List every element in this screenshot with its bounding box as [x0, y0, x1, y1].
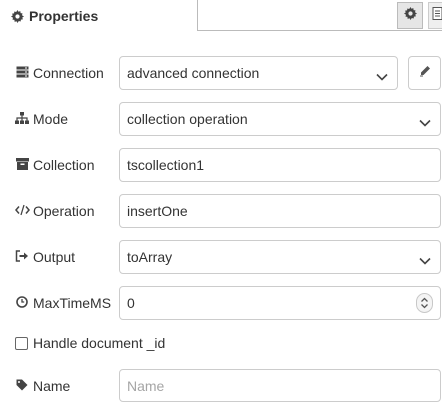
chevron-down-icon [376, 69, 388, 81]
sign-out-icon [15, 249, 29, 265]
name-row: Name Name [0, 369, 442, 403]
chevron-down-icon [419, 115, 431, 127]
collection-input-value: tscollection1 [127, 157, 205, 173]
mode-row: Mode collection operation [0, 102, 442, 136]
connection-row: Connection advanced connection [0, 56, 442, 90]
output-label: Output [15, 240, 75, 274]
connection-label: Connection [15, 56, 104, 90]
name-input[interactable]: Name [119, 369, 441, 402]
maxtimems-value: 0 [127, 295, 135, 311]
collection-input[interactable]: tscollection1 [119, 148, 441, 182]
output-select[interactable]: toArray [119, 240, 441, 274]
number-spinner[interactable] [416, 293, 433, 313]
operation-row: Operation insertOne [0, 194, 442, 228]
archive-icon [15, 157, 29, 173]
gear-icon [11, 9, 24, 23]
output-select-value: toArray [127, 249, 173, 265]
operation-input[interactable]: insertOne [119, 194, 441, 228]
sidebar-tab-strip [197, 0, 442, 31]
name-input-placeholder: Name [127, 377, 165, 394]
chevron-down-icon [419, 253, 431, 265]
connection-select-value: advanced connection [127, 65, 260, 81]
sitemap-icon [15, 111, 29, 127]
handle-id-row: Handle document _id [0, 326, 442, 360]
output-row: Output toArray [0, 240, 442, 274]
collection-label: Collection [15, 148, 94, 182]
gear-icon [403, 6, 417, 25]
settings-tab-button[interactable] [397, 2, 423, 29]
handle-id-option[interactable]: Handle document _id [15, 326, 165, 360]
maxtimems-label: MaxTimeMS [15, 286, 111, 320]
connection-select[interactable]: advanced connection [119, 56, 398, 90]
tag-icon [15, 378, 29, 394]
collection-row: Collection tscollection1 [0, 148, 442, 182]
handle-id-checkbox[interactable] [15, 336, 28, 350]
operation-label: Operation [15, 194, 94, 228]
properties-title-text: Properties [29, 8, 99, 24]
properties-header: Properties [0, 0, 442, 32]
mode-label: Mode [15, 102, 68, 136]
mode-select[interactable]: collection operation [119, 102, 441, 136]
description-tab-button[interactable] [428, 2, 442, 29]
code-icon [15, 203, 30, 219]
operation-input-value: insertOne [127, 203, 188, 219]
pencil-icon [419, 64, 431, 82]
server-icon [15, 65, 29, 81]
file-text-icon [432, 6, 442, 25]
edit-connection-button[interactable] [408, 56, 441, 90]
handle-id-label: Handle document _id [33, 335, 166, 351]
maxtimems-number-input[interactable]: 0 [119, 286, 441, 320]
maxtimems-row: MaxTimeMS 0 [0, 286, 442, 320]
clock-icon [15, 295, 29, 311]
properties-title: Properties [11, 7, 98, 25]
name-label: Name [15, 369, 70, 403]
mode-select-value: collection operation [127, 111, 248, 127]
